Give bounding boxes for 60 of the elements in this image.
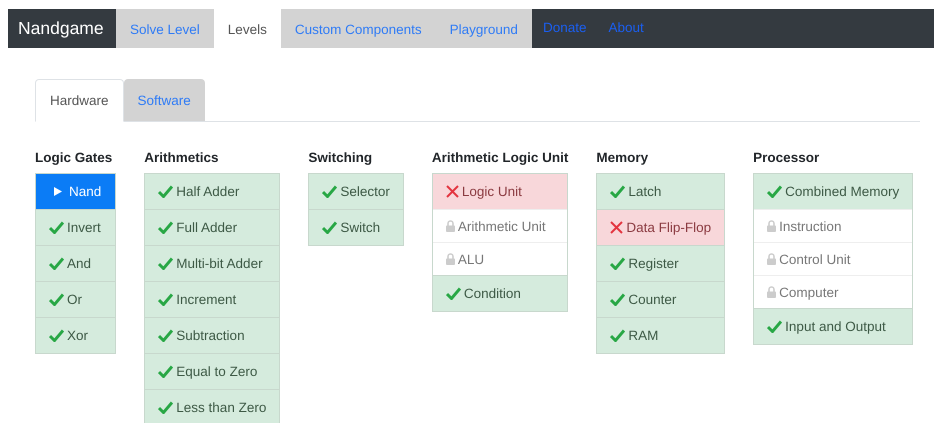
level-item[interactable]: Multi-bit Adder (145, 245, 280, 281)
brand-title[interactable]: Nandgame (8, 9, 116, 48)
group-heading: Memory (596, 150, 650, 167)
padlock-icon (767, 220, 776, 232)
checkmark-icon (158, 257, 174, 270)
checkmark-icon (158, 365, 174, 378)
cross-icon (610, 221, 624, 234)
level-item[interactable]: And (36, 245, 116, 281)
padlock-icon (767, 286, 776, 298)
level-item[interactable]: Equal to Zero (145, 353, 280, 389)
group-heading: Arithmetics (144, 150, 220, 167)
level-item[interactable]: Nand (36, 174, 116, 209)
level-item[interactable]: Subtraction (145, 317, 280, 353)
group-heading: Switching (308, 150, 374, 167)
group-heading: Arithmetic Logic Unit (432, 150, 568, 167)
checkmark-icon (49, 329, 64, 342)
level-item[interactable]: Switch (309, 209, 403, 245)
checkmark-icon (322, 221, 338, 234)
checkmark-icon (158, 401, 174, 414)
play-icon (54, 187, 62, 196)
padlock-icon (767, 253, 776, 265)
checkmark-icon (610, 185, 626, 198)
level-item[interactable]: Half Adder (145, 174, 280, 209)
level-item[interactable]: Input and Output (754, 308, 912, 344)
tab[interactable]: Hardware (35, 79, 124, 122)
level-item[interactable]: Combined Memory (754, 174, 912, 209)
level-item[interactable]: Selector (309, 174, 403, 209)
level-item[interactable]: Logic Unit (432, 174, 568, 209)
level-item[interactable]: Full Adder (145, 209, 280, 245)
group-heading: Logic Gates (35, 150, 114, 167)
padlock-icon (446, 220, 455, 232)
checkmark-icon (158, 293, 174, 306)
padlock-icon (446, 253, 455, 265)
checkmark-icon (610, 257, 626, 270)
level-item[interactable]: Register (597, 245, 724, 281)
level-item[interactable]: RAM (597, 317, 724, 353)
level-item[interactable]: Xor (36, 317, 116, 353)
checkmark-icon (49, 257, 64, 270)
checkmark-icon (158, 329, 174, 342)
level-item[interactable]: Data Flip-Flop (597, 209, 724, 245)
cross-icon (446, 185, 459, 198)
checkmark-icon (767, 320, 782, 333)
checkmark-icon (610, 329, 626, 342)
level-item[interactable]: Increment (145, 281, 280, 317)
level-item[interactable]: Condition (432, 275, 568, 311)
nav-tab[interactable]: Levels (214, 9, 281, 48)
level-item[interactable]: Counter (597, 281, 724, 317)
level-item[interactable]: Latch (597, 174, 724, 209)
checkmark-icon (322, 185, 338, 198)
checkmark-icon (49, 293, 64, 306)
checkmark-icon (610, 293, 626, 306)
level-item[interactable]: Or (36, 281, 116, 317)
level-item[interactable]: Less than Zero (145, 389, 280, 423)
group-heading: Processor (753, 150, 820, 167)
level-item[interactable]: Invert (36, 209, 116, 245)
checkmark-icon (49, 221, 64, 234)
checkmark-icon (158, 221, 174, 234)
checkmark-icon (446, 287, 461, 300)
checkmark-icon (158, 185, 174, 198)
checkmark-icon (767, 185, 782, 198)
